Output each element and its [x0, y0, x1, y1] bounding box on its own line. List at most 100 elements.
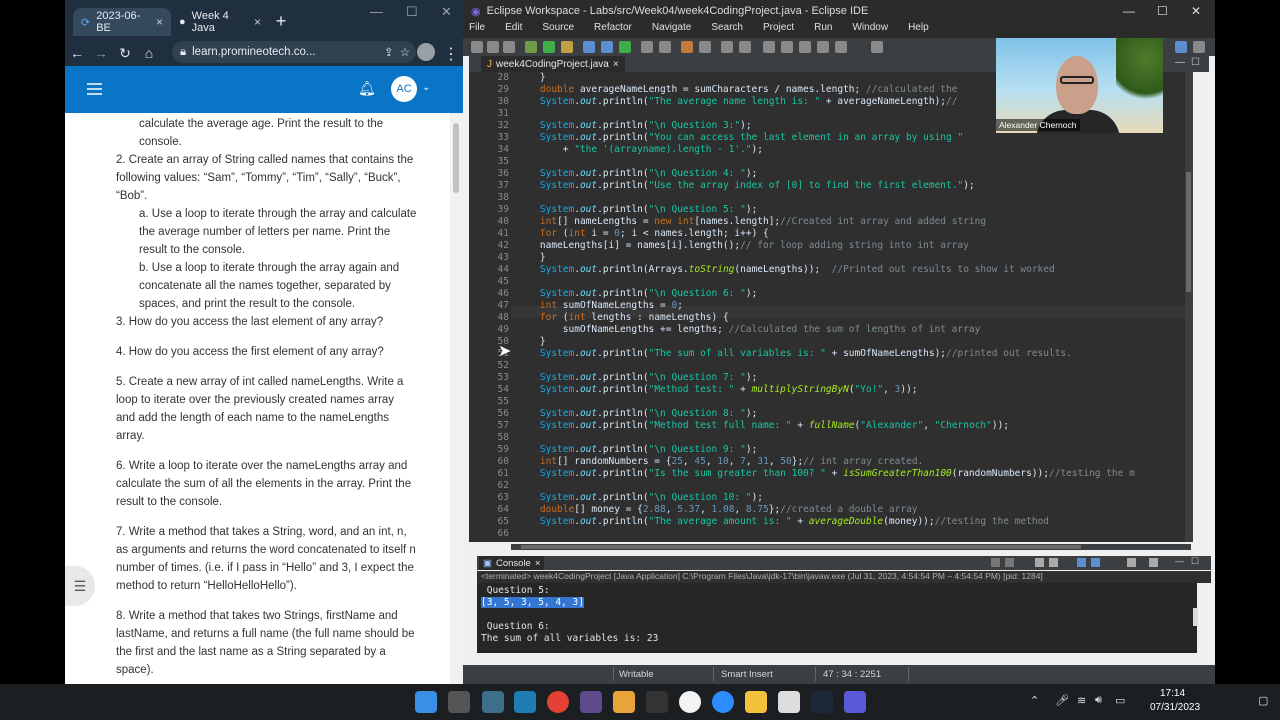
menu-source[interactable]: Source — [542, 22, 574, 38]
pin-icon[interactable] — [721, 41, 733, 53]
browser-tab-1[interactable]: ⟳ 2023-06-BE × — [73, 8, 171, 36]
back-nav-icon[interactable] — [817, 41, 829, 53]
menu-window[interactable]: Window — [852, 22, 888, 38]
chrome-icon[interactable] — [547, 691, 569, 713]
zoom-icon[interactable] — [712, 691, 734, 713]
editor-tab[interactable]: J week4CodingProject.java × — [481, 56, 625, 72]
app-icon[interactable] — [844, 691, 866, 713]
remove-launch-icon[interactable] — [1005, 558, 1014, 567]
quick-access-icon[interactable] — [871, 41, 883, 53]
back-icon[interactable]: ← — [65, 45, 89, 61]
menu-run[interactable]: Run — [814, 22, 832, 38]
save-icon[interactable] — [487, 41, 499, 53]
menu-refactor[interactable]: Refactor — [594, 22, 632, 38]
minimize-view-icon[interactable]: — — [1175, 57, 1185, 68]
share-icon[interactable]: ⇪ — [384, 45, 394, 59]
maximize-view-icon[interactable]: ☐ — [1191, 57, 1200, 68]
menu-search[interactable]: Search — [711, 22, 743, 38]
bookmark-star-icon[interactable]: ☆ — [400, 45, 410, 59]
browser-tab-2[interactable]: ● Week 4 Java × — [171, 8, 269, 36]
wifi-icon[interactable]: ≋ — [1077, 694, 1086, 707]
new-java-project-icon[interactable] — [583, 41, 595, 53]
scroll-lock-icon[interactable] — [1049, 558, 1058, 567]
previous-annotation-icon[interactable] — [781, 41, 793, 53]
terminate-icon[interactable] — [991, 558, 1000, 567]
save-all-icon[interactable] — [503, 41, 515, 53]
word-wrap-icon[interactable] — [1077, 558, 1086, 567]
annotation-icon[interactable] — [681, 41, 693, 53]
start-menu-icon[interactable] — [415, 691, 437, 713]
eclipse-icon[interactable] — [580, 691, 602, 713]
sourcetree-icon[interactable] — [613, 691, 635, 713]
minimize-icon[interactable]: — — [370, 4, 383, 19]
new-package-icon[interactable] — [601, 41, 613, 53]
battery-icon[interactable]: ▭ — [1115, 694, 1125, 707]
chevron-down-icon[interactable]: ⌄ — [422, 82, 430, 93]
code-editor[interactable]: 28 29 30 31 32 33 34 35 36 37 38 39 40 4… — [469, 72, 1193, 542]
last-edit-icon[interactable] — [799, 41, 811, 53]
forward-nav-icon[interactable] — [835, 41, 847, 53]
search-icon[interactable] — [659, 41, 671, 53]
menu-project[interactable]: Project — [763, 22, 794, 38]
menu-help[interactable]: Help — [908, 22, 929, 38]
clear-console-icon[interactable] — [1035, 558, 1044, 567]
maximize-view-icon[interactable]: ☐ — [1191, 556, 1199, 567]
perspective-java-icon[interactable] — [1175, 41, 1187, 53]
terminal-icon[interactable] — [646, 691, 668, 713]
minimize-icon[interactable]: — — [1123, 4, 1135, 18]
task-view-icon[interactable] — [448, 691, 470, 713]
hamburger-menu-icon[interactable] — [87, 83, 102, 98]
home-icon[interactable]: ⌂ — [137, 45, 161, 61]
close-tab-icon[interactable]: × — [254, 15, 261, 29]
show-hidden-icons-icon[interactable]: ⌃ — [1030, 694, 1039, 707]
debug-icon[interactable] — [525, 41, 537, 53]
slack-icon[interactable] — [679, 691, 701, 713]
run-icon[interactable] — [543, 41, 555, 53]
console-scrollbar-thumb[interactable] — [1193, 608, 1198, 626]
page-scrollbar[interactable] — [450, 113, 463, 684]
menu-edit[interactable]: Edit — [505, 22, 522, 38]
profile-avatar[interactable] — [417, 43, 435, 61]
microphone-icon[interactable]: 🎤︎ — [1055, 694, 1069, 707]
scrollbar-thumb[interactable] — [521, 545, 1081, 549]
clock-time[interactable]: 17:14 — [1160, 688, 1185, 699]
volume-icon[interactable]: 🔊︎ — [1095, 694, 1102, 707]
file-explorer-icon[interactable] — [745, 691, 767, 713]
display-console-icon[interactable] — [1127, 558, 1136, 567]
menu-navigate[interactable]: Navigate — [652, 22, 691, 38]
editor-horizontal-scrollbar[interactable] — [511, 544, 1191, 550]
scrollbar-thumb[interactable] — [453, 123, 459, 193]
next-annotation-icon[interactable] — [763, 41, 775, 53]
new-icon[interactable] — [471, 41, 483, 53]
format-icon[interactable] — [739, 41, 751, 53]
amazon-music-icon[interactable] — [514, 691, 536, 713]
open-console-icon[interactable] — [1149, 558, 1158, 567]
new-tab-button[interactable]: + — [271, 12, 291, 32]
close-tab-icon[interactable]: × — [156, 15, 163, 29]
notification-bell-icon[interactable]: 🔔︎ — [358, 80, 376, 97]
open-type-icon[interactable] — [641, 41, 653, 53]
close-window-icon[interactable]: ✕ — [441, 4, 452, 20]
forward-icon[interactable]: → — [89, 45, 113, 61]
console-output[interactable]: Question 5: [3, 5, 3, 5, 4, 3] Question … — [477, 583, 1197, 653]
close-tab-icon[interactable]: × — [535, 558, 541, 569]
maximize-icon[interactable]: ☐ — [406, 4, 418, 20]
toggle-mark-icon[interactable] — [699, 41, 711, 53]
menu-kebab-icon[interactable]: ⋮ — [443, 44, 459, 64]
close-window-icon[interactable]: ✕ — [1191, 4, 1201, 18]
notifications-icon[interactable]: ▢ — [1258, 694, 1268, 707]
perspective-debug-icon[interactable] — [1193, 41, 1205, 53]
scrollbar-thumb[interactable] — [1186, 172, 1191, 292]
menu-file[interactable]: File — [469, 22, 485, 38]
steam-icon[interactable] — [811, 691, 833, 713]
address-bar[interactable]: 🔒︎ learn.promineotech.co... ⇪ ☆ — [172, 41, 416, 63]
user-avatar[interactable]: AC — [391, 76, 417, 102]
new-class-icon[interactable] — [619, 41, 631, 53]
chat-icon[interactable] — [482, 691, 504, 713]
external-tools-icon[interactable] — [561, 41, 573, 53]
editor-vertical-scrollbar[interactable] — [1185, 72, 1193, 542]
close-tab-icon[interactable]: × — [613, 59, 619, 70]
store-icon[interactable] — [778, 691, 800, 713]
console-tab[interactable]: ▣ Console × — [479, 556, 545, 570]
pin-console-icon[interactable] — [1091, 558, 1100, 567]
